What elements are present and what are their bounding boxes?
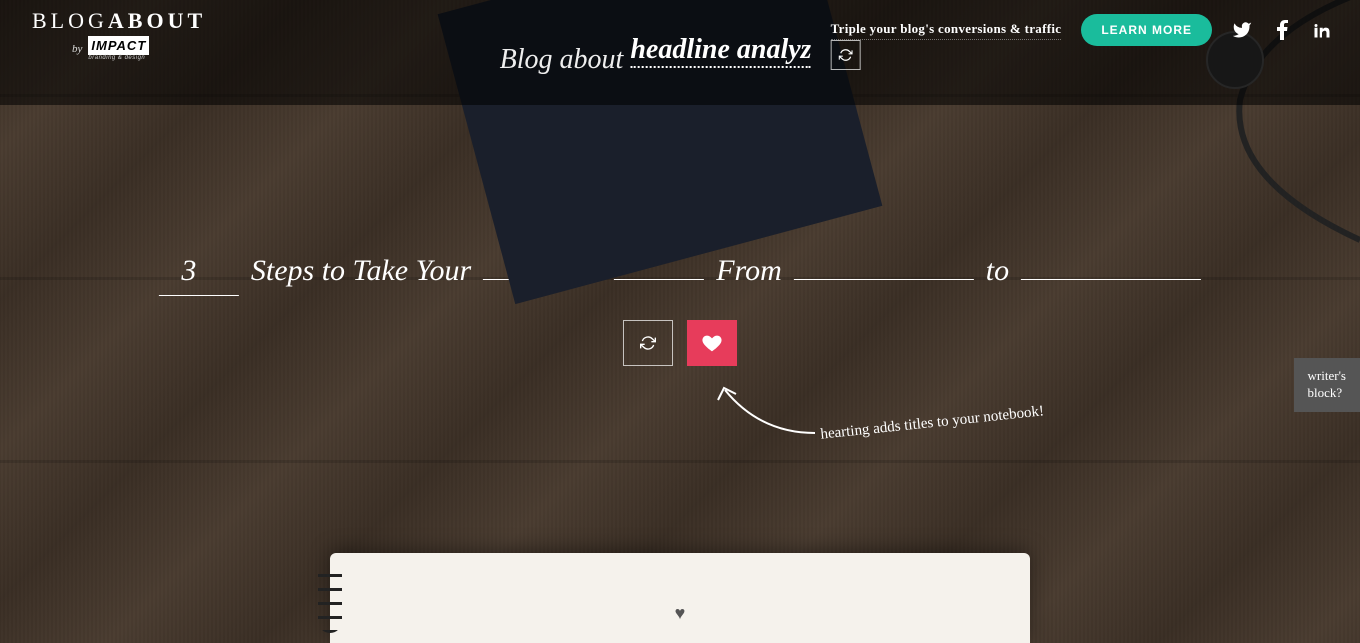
heart-icon [701, 332, 723, 354]
arrow-to-heart [710, 378, 820, 448]
refresh-icon [640, 335, 656, 351]
action-button-row [623, 320, 737, 366]
facebook-icon[interactable] [1272, 20, 1292, 40]
header-bar: BLOGABOUT by IMPACT branding & design Bl… [0, 0, 1360, 105]
blank-1-input[interactable] [159, 254, 219, 288]
learn-more-button[interactable]: LEARN MORE [1081, 14, 1212, 46]
twitter-icon[interactable] [1232, 20, 1252, 40]
top-right-nav: Triple your blog's conversions & traffic… [831, 14, 1332, 46]
refresh-icon [838, 48, 852, 62]
prompt-prefix: Blog about [500, 34, 811, 76]
blank-4[interactable] [794, 238, 974, 280]
notebook[interactable]: ♥ [330, 553, 1030, 643]
topic-input[interactable] [630, 34, 810, 66]
logo-main: BLOGABOUT [32, 8, 206, 34]
headline-text-2: From [716, 254, 782, 288]
headline-text-1: Steps to Take Your [251, 254, 471, 288]
blank-5[interactable] [1021, 238, 1201, 280]
promo-link[interactable]: Triple your blog's conversions & traffic [831, 21, 1062, 40]
refresh-headline-button[interactable] [623, 320, 673, 366]
impact-logo: IMPACT [88, 36, 149, 55]
linkedin-icon[interactable] [1312, 20, 1332, 40]
writers-block-tab[interactable]: writer's block? [1294, 358, 1360, 412]
notebook-heart-icon: ♥ [675, 603, 686, 624]
save-heart-button[interactable] [687, 320, 737, 366]
headline-text-3: to [986, 254, 1009, 288]
hearting-hint: hearting adds titles to your notebook! [820, 403, 1045, 443]
logo-area[interactable]: BLOGABOUT by IMPACT branding & design [32, 8, 206, 61]
logo-byline: by IMPACT branding & design [72, 36, 206, 61]
topic-prompt: Blog about [500, 34, 861, 76]
